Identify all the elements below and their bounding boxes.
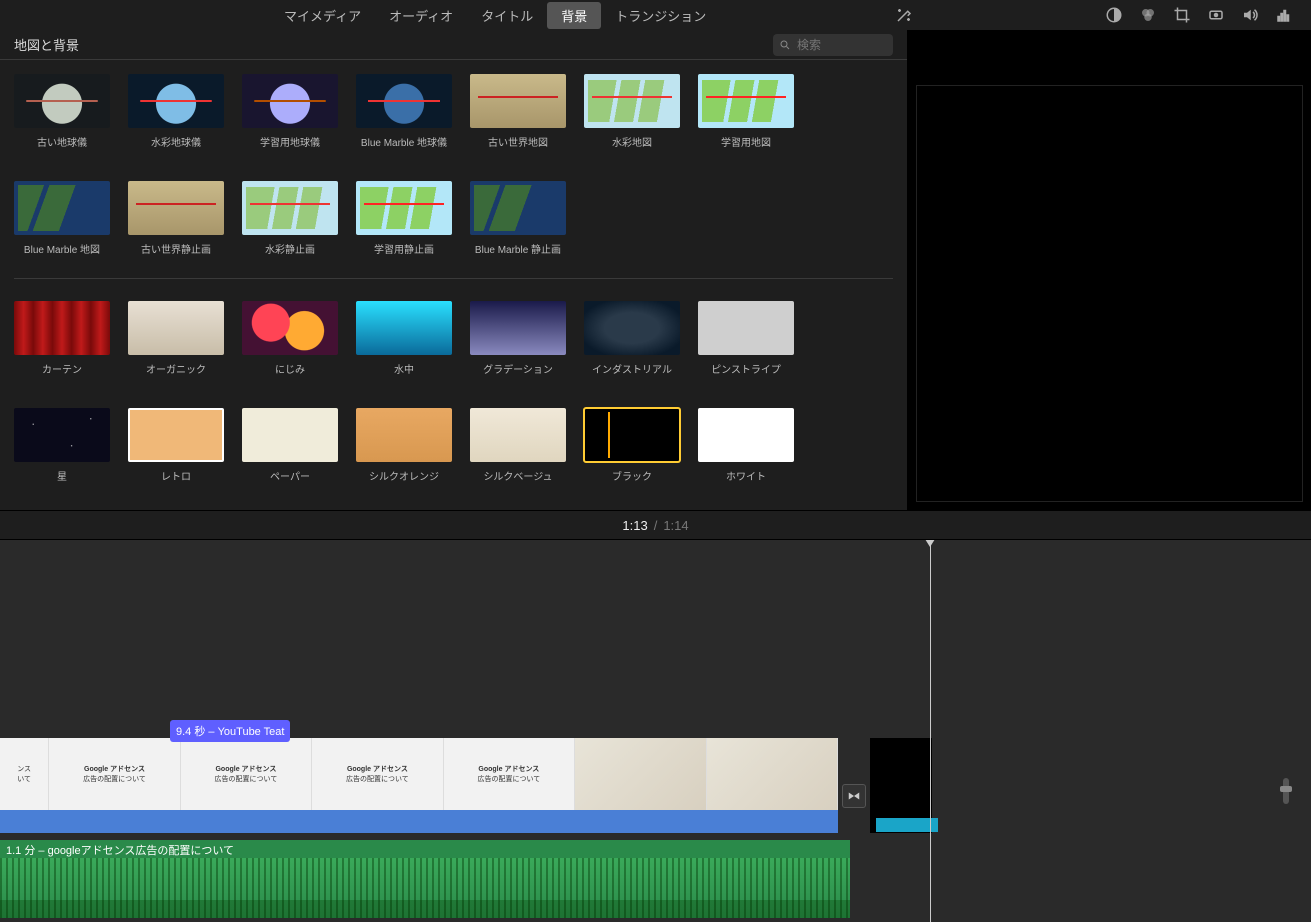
tab-transition[interactable]: トランジション (601, 2, 720, 29)
clip-frame: Google アドセンス広告の配置について (444, 738, 575, 810)
crop-icon[interactable] (1173, 6, 1191, 24)
color-balance-icon[interactable] (1105, 6, 1123, 24)
stabilize-icon[interactable] (1207, 6, 1225, 24)
timeline-zoom-slider[interactable] (1283, 778, 1289, 804)
clip-tooltip: 9.4 秒 – YouTube Teat (170, 720, 290, 742)
enhance-icon[interactable] (895, 6, 913, 24)
audio-clip-label: 1.1 分 – googleアドセンス広告の配置について (0, 840, 850, 858)
thumb-pinstripe[interactable]: ピンストライプ (698, 301, 794, 376)
transition-icon (847, 789, 861, 803)
thumb-study-still[interactable]: 学習用静止画 (356, 181, 452, 256)
media-tabs: マイメディア オーディオ タイトル 背景 トランジション (270, 2, 720, 29)
video-clip-main[interactable]: ンスいて Google アドセンス広告の配置について Google アドセンス広… (0, 738, 838, 833)
clip-frame: Google アドセンス広告の配置について (312, 738, 443, 810)
thumb-bluemarble-still[interactable]: Blue Marble 静止画 (470, 181, 566, 256)
search-input[interactable] (797, 38, 877, 52)
time-current: 1:13 (622, 518, 647, 533)
timecode-bar: 1:13 / 1:14 (0, 510, 1311, 540)
thumb-silk-beige[interactable]: シルクベージュ (470, 408, 566, 483)
thumb-black[interactable]: ブラック (584, 408, 680, 483)
thumb-study-map[interactable]: 学習用地図 (698, 74, 794, 149)
thumb-blobs[interactable]: にじみ (242, 301, 338, 376)
search-icon (779, 39, 791, 51)
clip-frame: ンスいて (0, 738, 49, 810)
tab-title[interactable]: タイトル (467, 2, 547, 29)
thumb-old-worldmap[interactable]: 古い世界地図 (470, 74, 566, 149)
thumb-watercolor-still[interactable]: 水彩静止画 (242, 181, 338, 256)
tab-mymedia[interactable]: マイメディア (270, 2, 375, 29)
audio-track[interactable]: 1.1 分 – googleアドセンス広告の配置について (0, 840, 1311, 918)
preview-viewport[interactable] (916, 85, 1303, 502)
clip-frame (707, 738, 838, 810)
thumb-bluemarble-globe[interactable]: Blue Marble 地球儀 (356, 74, 452, 149)
thumb-study-globe[interactable]: 学習用地球儀 (242, 74, 338, 149)
time-sep: / (654, 518, 658, 533)
thumb-old-world-still[interactable]: 古い世界静止画 (128, 181, 224, 256)
thumb-paper[interactable]: ペーパー (242, 408, 338, 483)
browser-title: 地図と背景 (14, 35, 79, 54)
transition-clip[interactable] (842, 784, 866, 808)
thumb-retro[interactable]: レトロ (128, 408, 224, 483)
timeline[interactable]: 9.4 秒 – YouTube Teat ンスいて Google アドセンス広告… (0, 540, 1311, 922)
thumb-underwater[interactable]: 水中 (356, 301, 452, 376)
clip-audio-black[interactable] (876, 818, 938, 832)
volume-icon[interactable] (1241, 6, 1259, 24)
thumb-silk-orange[interactable]: シルクオレンジ (356, 408, 452, 483)
thumb-white[interactable]: ホワイト (698, 408, 794, 483)
audio-waveform[interactable] (0, 858, 850, 918)
time-duration: 1:14 (663, 518, 688, 533)
clip-frame (575, 738, 706, 810)
preview-panel (908, 30, 1311, 510)
video-track[interactable]: ンスいて Google アドセンス広告の配置について Google アドセンス広… (0, 738, 932, 833)
search-field[interactable] (773, 34, 893, 56)
thumb-watercolor-map[interactable]: 水彩地図 (584, 74, 680, 149)
clip-frame: Google アドセンス広告の配置について (49, 738, 180, 810)
thumb-organic[interactable]: オーガニック (128, 301, 224, 376)
tab-background[interactable]: 背景 (547, 2, 601, 29)
thumb-industrial[interactable]: インダストリアル (584, 301, 680, 376)
thumbnail-grid: 古い地球儀 水彩地球儀 学習用地球儀 Blue Marble 地球儀 古い世界地… (0, 60, 907, 497)
thumb-old-globe[interactable]: 古い地球儀 (14, 74, 110, 149)
color-correction-icon[interactable] (1139, 6, 1157, 24)
info-icon[interactable] (1275, 6, 1293, 24)
thumb-gradient[interactable]: グラデーション (470, 301, 566, 376)
thumb-watercolor-globe[interactable]: 水彩地球儀 (128, 74, 224, 149)
thumb-stars[interactable]: 星 (14, 408, 110, 483)
tab-audio[interactable]: オーディオ (375, 2, 467, 29)
clip-frame: Google アドセンス広告の配置について (181, 738, 312, 810)
thumb-bluemarble-map[interactable]: Blue Marble 地図 (14, 181, 110, 256)
thumb-curtain[interactable]: カーテン (14, 301, 110, 376)
playhead[interactable] (930, 540, 931, 922)
